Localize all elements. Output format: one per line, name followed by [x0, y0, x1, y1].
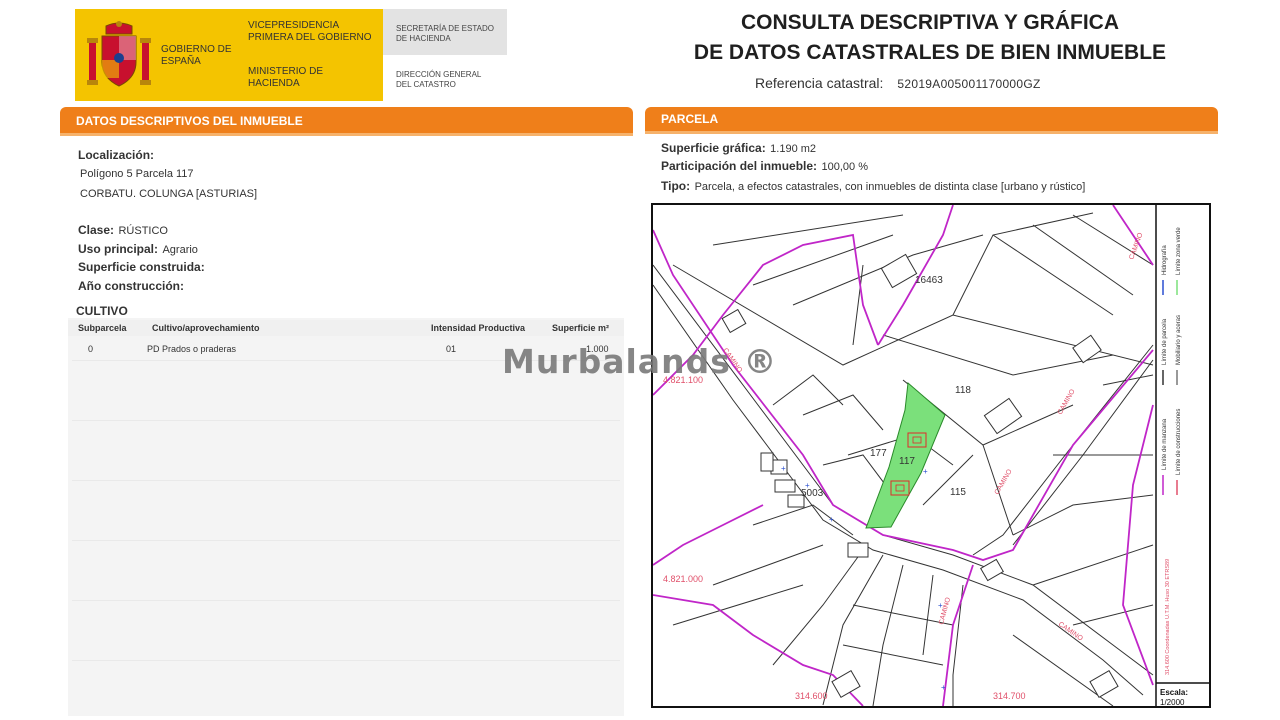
class-label: Clase:	[78, 223, 115, 237]
coat-of-arms-icon	[87, 21, 151, 87]
col-superficie: Superficie m²	[552, 323, 610, 333]
label-5003: 5003	[801, 488, 824, 499]
col-cultivo: Cultivo/aprovechamiento	[152, 323, 260, 333]
vicepresidency-label: VICEPRESIDENCIA PRIMERA DEL GOBIERNO	[248, 20, 372, 43]
svg-text:CAMINO: CAMINO	[994, 468, 1014, 496]
type-row: Tipo: Parcela, a efectos catastrales, co…	[661, 177, 1221, 195]
class-row: Clase: RÚSTICO	[78, 221, 168, 239]
title-line-1: CONSULTA DESCRIPTIVA Y GRÁFICA	[740, 11, 1120, 34]
type-label: Tipo:	[661, 179, 691, 193]
table-divider	[72, 600, 620, 601]
svg-text:+: +	[923, 467, 928, 476]
legend-zona-verde: Límite zona verde	[1176, 227, 1182, 275]
col-subparcela: Subparcela	[78, 323, 127, 333]
location-label: Localización:	[78, 148, 155, 162]
built-area-label: Superficie construida:	[78, 260, 205, 274]
col-intensidad: Intensidad Productiva	[431, 323, 526, 333]
participation-value: 100,00 %	[821, 161, 868, 173]
secretariat-label: SECRETARÍA DE ESTADO DE HACIENDA	[396, 24, 494, 43]
cadastral-reference: Referencia catastral: 52019A005001170000G…	[755, 75, 1041, 91]
cadastral-map: + + + + + + CAMINO CAMINO CAMINO CAMINO …	[653, 205, 1209, 706]
svg-text:CAMINO: CAMINO	[1057, 621, 1084, 643]
class-value: RÚSTICO	[118, 225, 168, 237]
svg-text:CAMINO: CAMINO	[1057, 388, 1077, 416]
directorate-label: DIRECCIÓN GENERAL DEL CATASTRO	[396, 70, 482, 89]
government-label: GOBIERNO DE ESPAÑA	[161, 44, 232, 67]
parcel-bar: PARCELA	[645, 107, 1218, 133]
legend-construcciones: Límite de construcciones	[1176, 409, 1182, 475]
participation-label: Participación del inmueble:	[661, 159, 818, 173]
right-bar-divider	[645, 131, 1218, 134]
table-divider	[72, 660, 620, 661]
watermark: Murbalands ®	[502, 342, 778, 381]
construction-year-label: Año construcción:	[78, 279, 185, 293]
usage-label: Uso principal:	[78, 242, 159, 256]
label-16463: 16463	[915, 275, 943, 286]
title-line-2: DE DATOS CATASTRALES DE BIEN INMUEBLE	[693, 41, 1167, 64]
participation-row: Participación del inmueble: 100,00 %	[661, 157, 868, 175]
label-118: 118	[955, 385, 971, 396]
table-divider	[72, 420, 620, 421]
usage-value: Agrario	[162, 244, 198, 256]
descriptive-data-bar: DATOS DESCRIPTIVOS DEL INMUEBLE	[60, 107, 633, 133]
coord-x-2: 314.700	[993, 691, 1026, 701]
label-115: 115	[950, 487, 966, 498]
coord-y-2: 4.821.000	[663, 574, 703, 584]
legend-parcela: Límite de parcela	[1162, 318, 1168, 365]
graphic-area-row: Superficie gráfica: 1.190 m2	[661, 139, 816, 157]
graphic-area-value: 1.190 m2	[770, 143, 817, 155]
ref-value: 52019A005001170000GZ	[897, 77, 1041, 91]
location-line-2: CORBATU. COLUNGA [ASTURIAS]	[80, 188, 258, 200]
svg-text:+: +	[829, 515, 834, 524]
scale-label: Escala:	[1160, 688, 1188, 697]
ministry-label: MINISTERIO DE HACIENDA	[248, 66, 324, 89]
ref-label: Referencia catastral:	[755, 75, 884, 91]
legend-hidrografia: Hidrografía	[1162, 245, 1168, 275]
svg-text:+: +	[941, 683, 946, 692]
table-divider	[72, 540, 620, 541]
cultivation-title: CULTIVO	[76, 304, 128, 318]
type-value: Parcela, a efectos catastrales, con inmu…	[694, 181, 1086, 193]
cell-cultivo: PD Prados o praderas	[147, 344, 237, 354]
location-line-1: Polígono 5 Parcela 117	[80, 168, 194, 180]
projection-label: 314.600 Coordenadas U.T.M. Huso 30 ETRS8…	[1165, 559, 1171, 675]
cell-subparcela: 0	[88, 344, 94, 354]
label-177: 177	[870, 448, 887, 459]
legend-manzana: Límite de manzana	[1162, 418, 1168, 470]
graphic-area-label: Superficie gráfica:	[661, 141, 766, 155]
scale-value: 1/2000	[1160, 698, 1185, 706]
svg-text:CAMINO: CAMINO	[1128, 231, 1144, 260]
document-title: CONSULTA DESCRIPTIVA Y GRÁFICA DE DATOS …	[640, 8, 1220, 68]
label-117: 117	[899, 456, 915, 467]
legend-mobiliario: Mobiliario y aceras	[1176, 315, 1182, 365]
svg-text:+: +	[781, 464, 786, 473]
coord-x-1: 314.600	[795, 691, 828, 701]
left-bar-divider	[60, 133, 633, 136]
cell-intensidad: 01	[446, 344, 457, 354]
table-divider	[72, 480, 620, 481]
usage-row: Uso principal: Agrario	[78, 240, 198, 258]
